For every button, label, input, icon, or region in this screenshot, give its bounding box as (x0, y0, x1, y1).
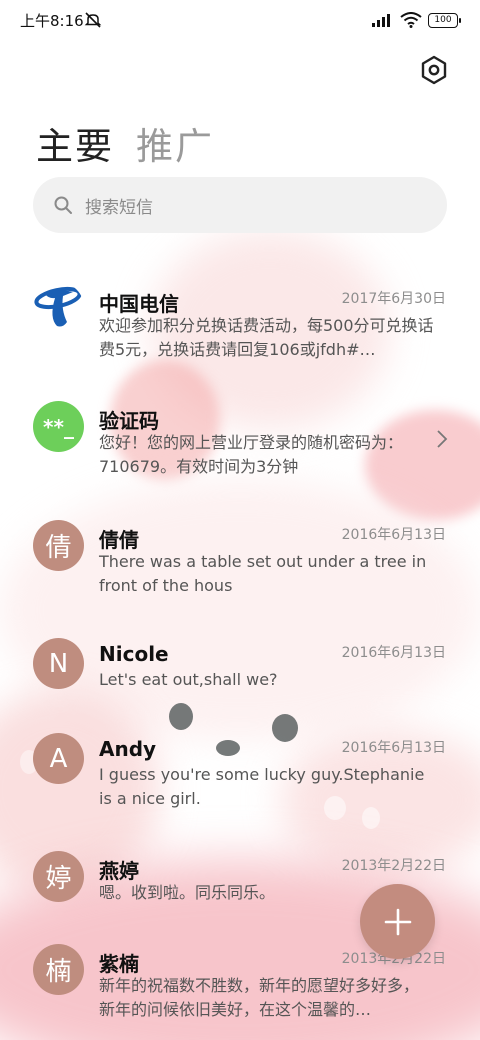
plus-icon (384, 908, 411, 935)
status-time: 上午8:16 (20, 12, 84, 30)
settings-hexagon-icon[interactable] (418, 54, 450, 86)
mute-icon (84, 12, 102, 28)
contact-name: 中国电信 (99, 292, 179, 316)
conversation-item[interactable]: **_ 验证码 您好！您的网上营业厅登录的随机密码为：710679。有效时间为3… (0, 387, 480, 499)
message-preview: 您好！您的网上营业厅登录的随机密码为：710679。有效时间为3分钟 (99, 433, 404, 476)
search-icon (54, 196, 72, 214)
conversation-item[interactable]: N Nicole 2016年6月13日 Let's eat out,shall … (0, 624, 480, 714)
signal-icon (372, 14, 390, 27)
search-placeholder: 搜索短信 (85, 197, 153, 218)
contact-name: 倩倩 (99, 528, 139, 552)
tab-promotions[interactable]: 推广 (136, 116, 214, 170)
tab-bar: 主要 推广 (36, 116, 214, 170)
contact-name: 燕婷 (99, 859, 139, 883)
message-preview: There was a table set out under a tree i… (99, 552, 427, 595)
contact-name: Andy (99, 737, 157, 761)
message-date: 2017年6月30日 (341, 291, 446, 307)
contact-name: 验证码 (99, 409, 159, 433)
message-date: 2016年6月13日 (341, 645, 446, 661)
contact-name: 紫楠 (99, 952, 139, 976)
conversation-item[interactable]: 中国电信 2017年6月30日 欢迎参加积分兑换话费活动，每500分可兑换话费5… (0, 270, 480, 382)
avatar: 倩 (33, 520, 84, 571)
status-bar: 上午8:16 100 (0, 0, 480, 40)
avatar: A (33, 733, 84, 784)
tab-primary[interactable]: 主要 (36, 116, 114, 170)
battery-level: 100 (434, 15, 452, 25)
wifi-icon (400, 12, 422, 28)
avatar: 婷 (33, 851, 84, 902)
avatar: 楠 (33, 944, 84, 995)
new-message-button[interactable] (360, 884, 435, 959)
battery-icon: 100 (428, 12, 461, 28)
message-preview: 欢迎参加积分兑换话费活动，每500分可兑换话费5元，兑换话费请回复106或jfd… (99, 316, 434, 359)
conversation-item[interactable]: 倩 倩倩 2016年6月13日 There was a table set ou… (0, 506, 480, 618)
message-date: 2016年6月13日 (341, 740, 446, 756)
message-preview: 新年的祝福数不胜数，新年的愿望好多好多，新年的问候依旧美好，在这个温馨的… (99, 976, 420, 1019)
china-telecom-logo-icon (34, 286, 82, 327)
message-date: 2013年2月22日 (341, 858, 446, 874)
message-preview: Let's eat out,shall we? (99, 670, 278, 689)
chevron-right-icon (437, 430, 448, 448)
contact-name: Nicole (99, 642, 169, 666)
conversation-item[interactable]: A Andy 2016年6月13日 I guess you're some lu… (0, 719, 480, 831)
message-date: 2016年6月13日 (341, 527, 446, 543)
avatar: N (33, 638, 84, 689)
avatar: **_ (33, 401, 84, 452)
message-preview: I guess you're some lucky guy.Stephanie … (99, 765, 425, 808)
search-bar[interactable]: 搜索短信 (33, 177, 447, 233)
